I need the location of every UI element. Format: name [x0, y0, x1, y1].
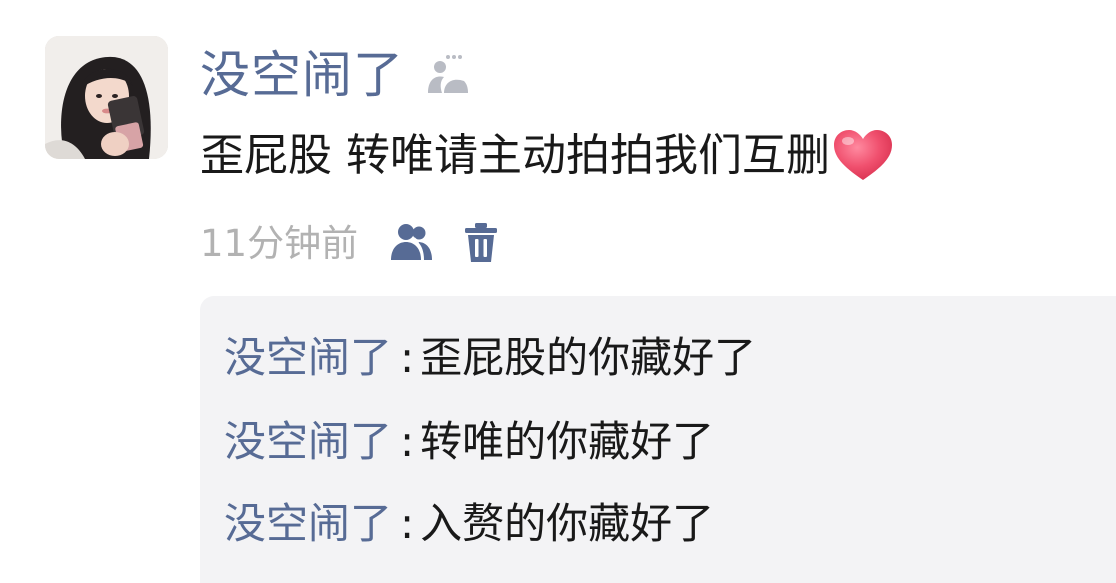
- comment-text: 歪屁股的你藏好了: [420, 333, 757, 382]
- post-text: 歪屁股 转唯请主动拍拍我们互删: [200, 130, 830, 181]
- comment-text: 转唯的你藏好了: [420, 417, 715, 466]
- comment-separator: :: [400, 417, 415, 466]
- author-row: 没空闹了: [200, 40, 470, 110]
- comments-section: 没空闹了 : 歪屁股的你藏好了 没空闹了 : 转唯的你藏好了 没空闹了 : 入赘…: [200, 296, 1116, 583]
- comment-author[interactable]: 没空闹了: [224, 503, 392, 545]
- comment-item[interactable]: 没空闹了 : 歪屁股的你藏好了: [224, 328, 756, 388]
- trash-icon[interactable]: [458, 220, 504, 266]
- comment-text: 入赘的你藏好了: [420, 499, 715, 548]
- timestamp: 11分钟前: [200, 221, 359, 265]
- comment-separator: :: [400, 499, 415, 548]
- comment-separator: :: [400, 333, 415, 382]
- friend-visibility-icon: [426, 53, 470, 97]
- avatar[interactable]: [45, 36, 168, 159]
- author-name[interactable]: 没空闹了: [200, 50, 404, 100]
- comment-author[interactable]: 没空闹了: [224, 337, 392, 379]
- comment-item[interactable]: 没空闹了 : 转唯的你藏好了: [224, 412, 714, 472]
- people-icon[interactable]: [388, 220, 434, 266]
- post-content: 歪屁股 转唯请主动拍拍我们互删: [200, 124, 894, 188]
- moments-post: 没空闹了 歪屁股 转唯请主动拍拍我们互删 11分钟前 没空闹了: 歪屁股的你藏…: [0, 0, 1116, 583]
- comment-item[interactable]: 没空闹了 : 入赘的你藏好了: [224, 494, 714, 554]
- comment-author[interactable]: 没空闹了: [224, 421, 392, 463]
- red-heart-emoji: [832, 128, 894, 184]
- post-meta: 11分钟前: [200, 216, 504, 270]
